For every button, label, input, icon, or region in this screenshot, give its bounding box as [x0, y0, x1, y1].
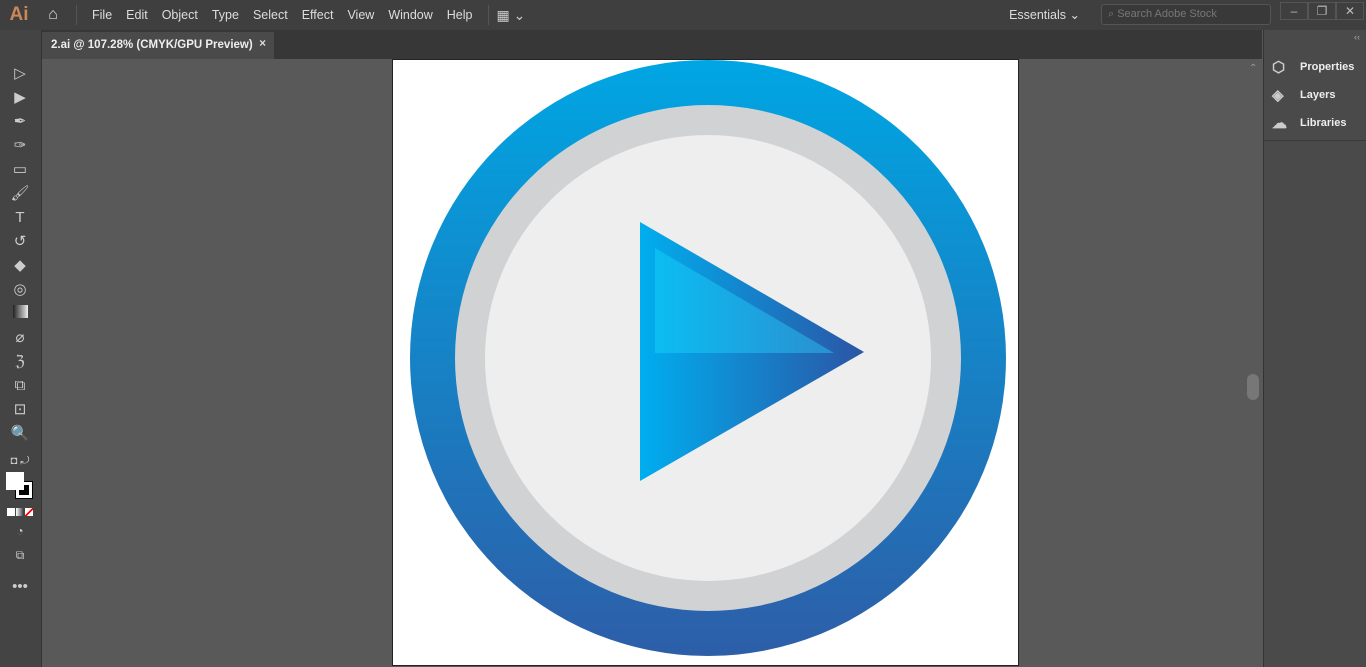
- pen-tool-icon[interactable]: ✒: [8, 111, 32, 133]
- menu-view[interactable]: View: [340, 8, 381, 22]
- collapse-panels-icon[interactable]: ‹‹: [1354, 32, 1360, 42]
- menu-bar: Ai ⌂ File Edit Object Type Select Effect…: [0, 0, 1366, 30]
- scroll-up-icon[interactable]: ⌃: [1249, 63, 1257, 74]
- properties-panel-button[interactable]: ⬡ Properties: [1272, 58, 1354, 76]
- artboard-tool-icon[interactable]: ⊡: [8, 399, 32, 421]
- layers-panel-button[interactable]: ◈ Layers: [1272, 86, 1335, 104]
- zoom-tool-icon[interactable]: 🔍: [8, 423, 32, 445]
- screen-mode-icon[interactable]: ⧉: [8, 544, 32, 566]
- document-tab[interactable]: 2.ai @ 107.28% (CMYK/GPU Preview) ×: [42, 32, 274, 59]
- menu-help[interactable]: Help: [440, 8, 480, 22]
- direct-selection-tool-icon[interactable]: ▶: [8, 87, 32, 109]
- paintbrush-tool-icon[interactable]: 🖌: [8, 183, 32, 205]
- type-tool-icon[interactable]: T: [8, 207, 32, 229]
- properties-label: Properties: [1300, 61, 1355, 73]
- search-icon: ⌕: [1108, 8, 1118, 20]
- scroll-thumb[interactable]: [1247, 374, 1259, 400]
- color-mode-icons[interactable]: [7, 508, 33, 516]
- rectangle-tool-icon[interactable]: ▭: [8, 159, 32, 181]
- vertical-scrollbar[interactable]: ⌃: [1244, 59, 1263, 667]
- puppet-warp-tool-icon[interactable]: ℨ: [8, 351, 32, 373]
- layers-icon: ◈: [1272, 87, 1284, 104]
- minimize-button[interactable]: –: [1280, 2, 1308, 20]
- home-icon[interactable]: ⌂: [38, 0, 68, 30]
- libraries-label: Libraries: [1300, 117, 1347, 129]
- swap-colors-icon[interactable]: ◘ ⤾: [8, 450, 32, 472]
- libraries-icon: ☁: [1272, 115, 1287, 132]
- shape-builder-tool-icon[interactable]: ◎: [8, 279, 32, 301]
- tools-panel: ▷ ▶ ✒ ✑ ▭ 🖌 T ↺ ◆ ◎ ⌀ ℨ ⧉ ⊡ 🔍 ◘ ⤾ ◔ ⧉ ••…: [0, 30, 42, 667]
- search-stock-input[interactable]: ⌕ Search Adobe Stock: [1101, 4, 1271, 25]
- menu-edit[interactable]: Edit: [119, 8, 155, 22]
- blend-tool-icon[interactable]: ⧉: [8, 375, 32, 397]
- curvature-tool-icon[interactable]: ✑: [8, 135, 32, 157]
- eraser-tool-icon[interactable]: ◆: [8, 255, 32, 277]
- menu-select[interactable]: Select: [246, 8, 295, 22]
- restore-button[interactable]: ❐: [1308, 2, 1336, 20]
- close-tab-icon[interactable]: ×: [259, 38, 266, 50]
- fill-stroke-swatch[interactable]: [6, 472, 34, 500]
- menu-effect[interactable]: Effect: [295, 8, 341, 22]
- play-button-artwork: [410, 60, 1006, 656]
- arrange-documents-icon[interactable]: ▦ ⌄: [497, 7, 526, 24]
- rotate-tool-icon[interactable]: ↺: [8, 231, 32, 253]
- artboard[interactable]: [392, 59, 1019, 666]
- menu-window[interactable]: Window: [381, 8, 439, 22]
- workspace-label: Essentials: [1009, 8, 1067, 22]
- layers-label: Layers: [1300, 89, 1336, 101]
- draw-mode-icon[interactable]: ◔: [8, 520, 32, 542]
- workspace-switcher[interactable]: Essentials ⌄: [1009, 7, 1080, 22]
- document-tab-title: 2.ai @ 107.28% (CMYK/GPU Preview): [51, 39, 253, 51]
- more-tools-icon[interactable]: •••: [8, 576, 32, 598]
- app-logo: Ai: [9, 4, 29, 25]
- menu-type[interactable]: Type: [205, 8, 246, 22]
- properties-icon: ⬡: [1272, 59, 1286, 76]
- document-tab-bar: 2.ai @ 107.28% (CMYK/GPU Preview) ×: [42, 30, 1262, 59]
- menu-file[interactable]: File: [85, 8, 119, 22]
- gradient-tool-icon[interactable]: [8, 303, 32, 325]
- right-panel-dock: ‹‹ ⬡ Properties ◈ Layers ☁ Libraries: [1263, 30, 1366, 667]
- selection-tool-icon[interactable]: ▷: [8, 63, 32, 85]
- libraries-panel-button[interactable]: ☁ Libraries: [1272, 114, 1346, 132]
- menu-object[interactable]: Object: [155, 8, 205, 22]
- close-window-button[interactable]: ✕: [1336, 2, 1364, 20]
- eyedropper-tool-icon[interactable]: ⌀: [8, 327, 32, 349]
- search-placeholder: Search Adobe Stock: [1117, 8, 1217, 20]
